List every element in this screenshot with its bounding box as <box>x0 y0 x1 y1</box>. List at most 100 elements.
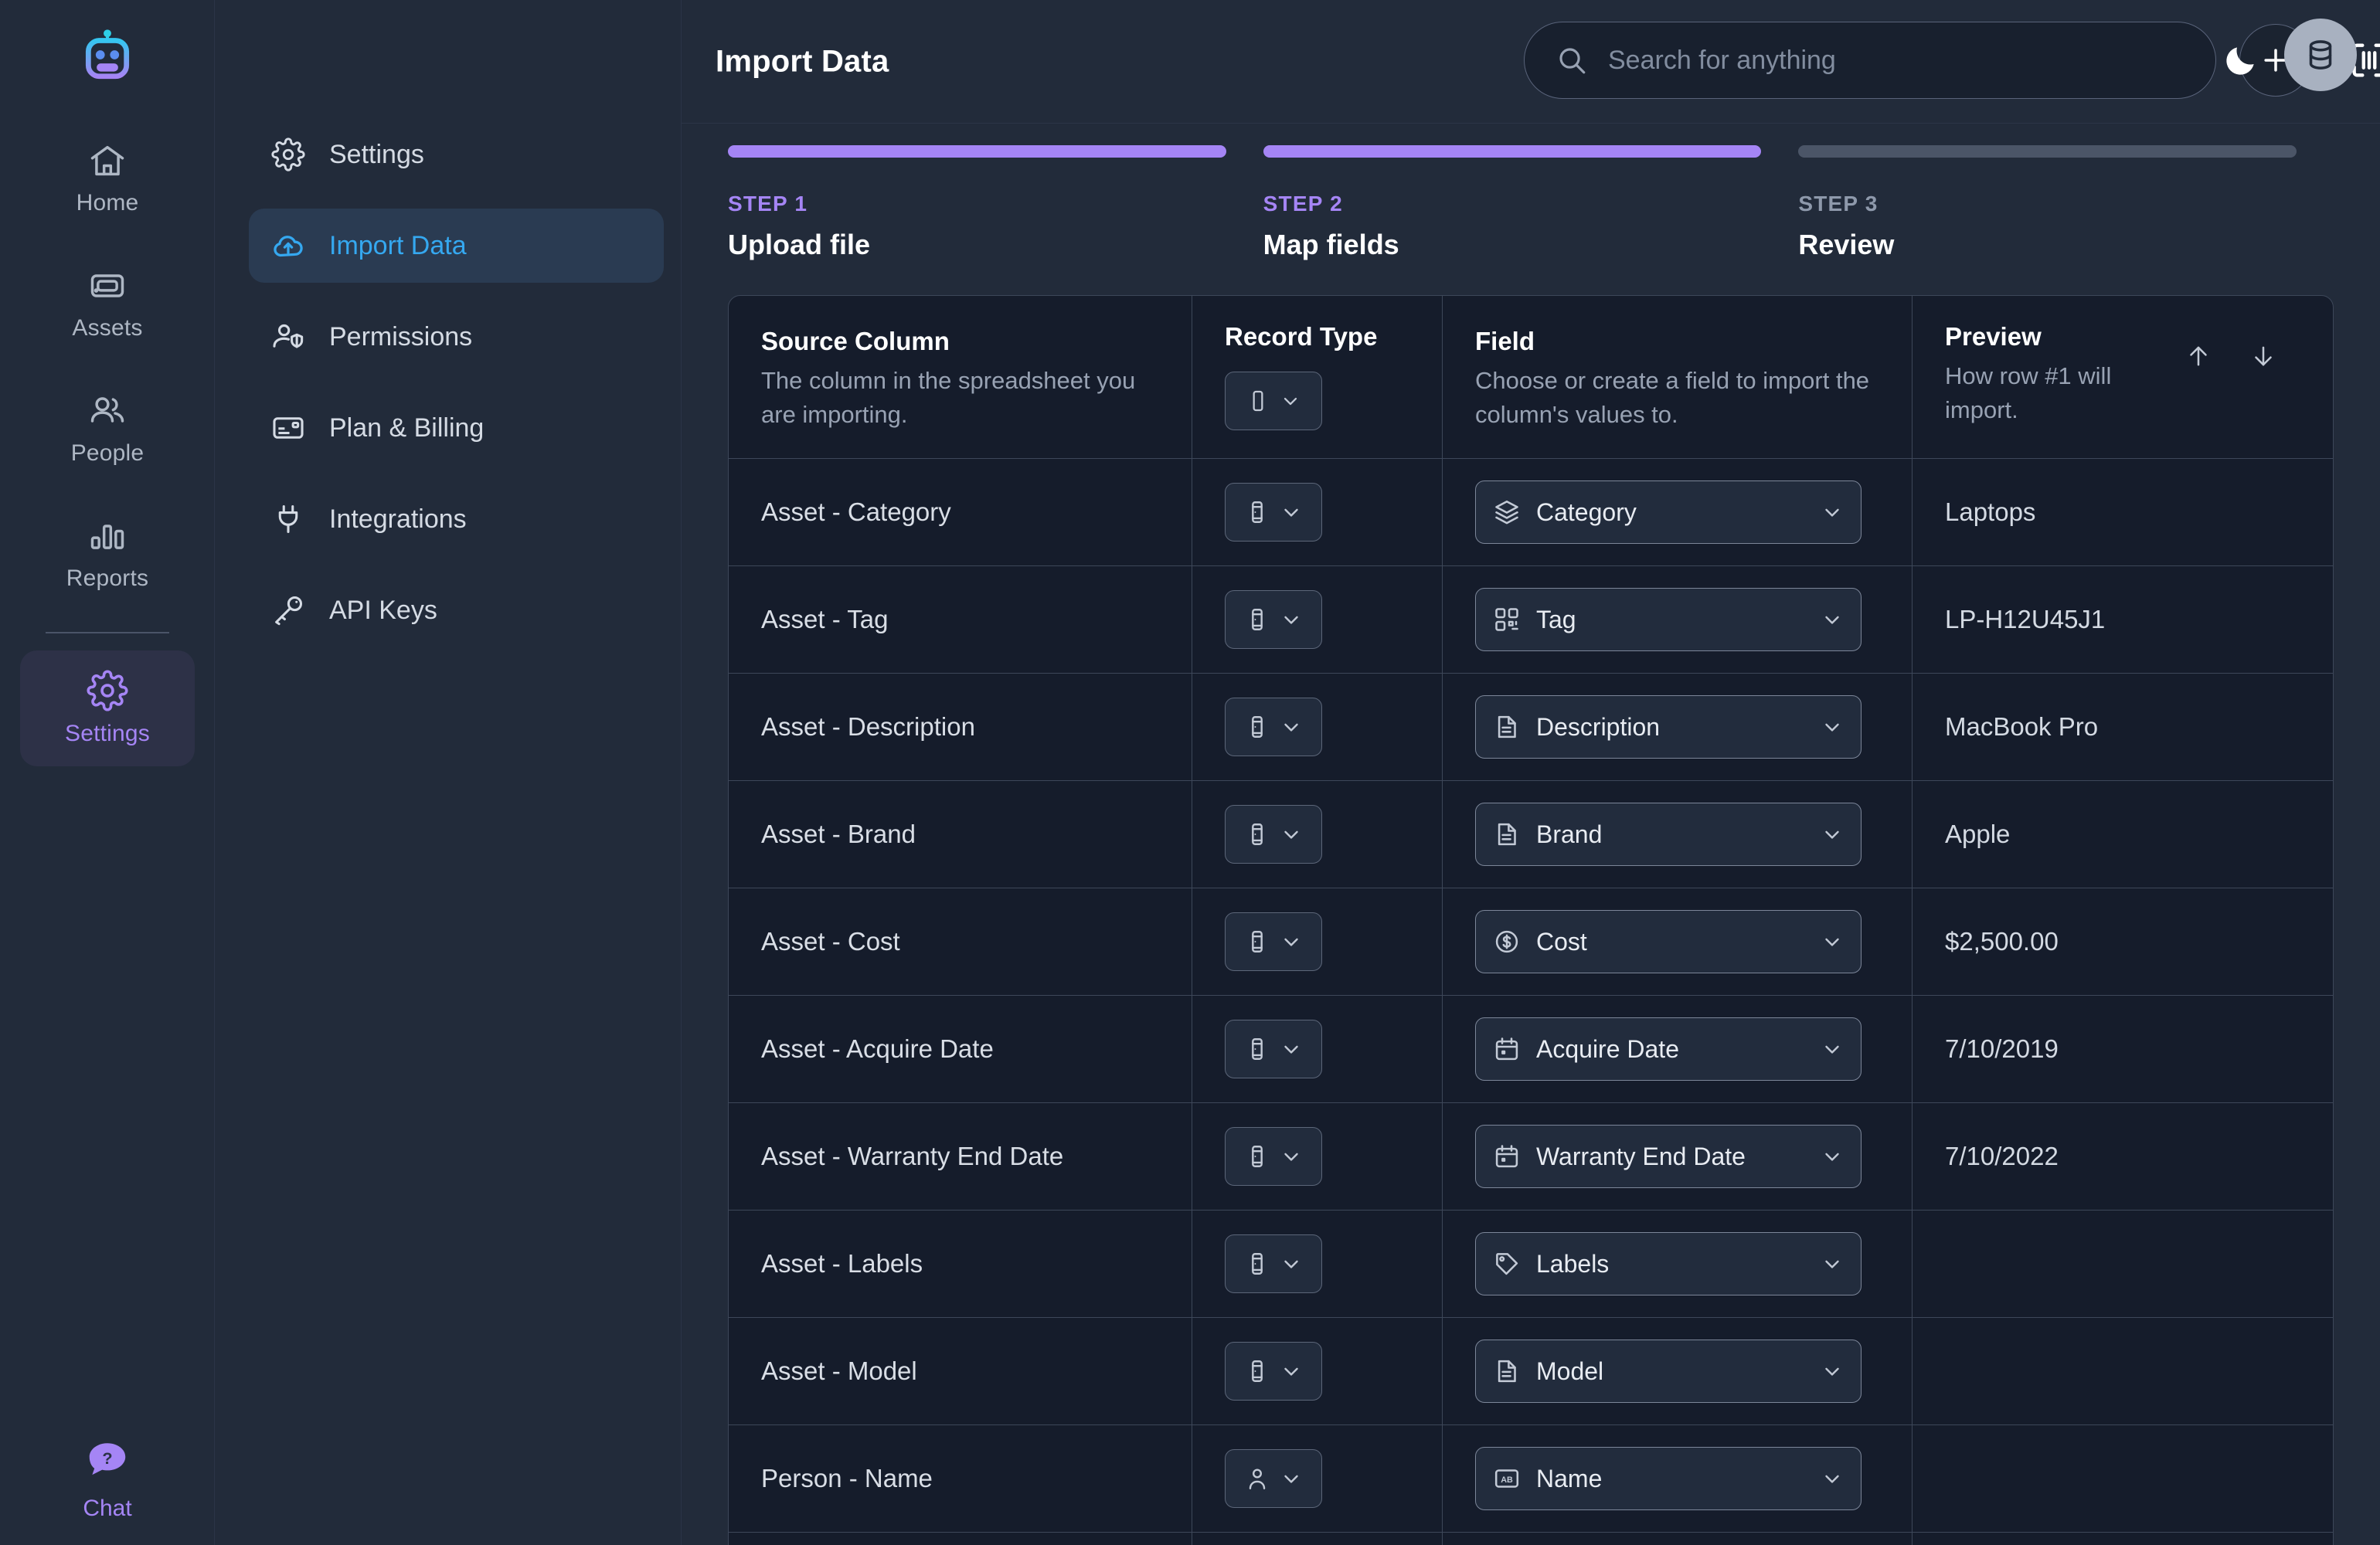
source-column-cell: Asset - Cost <box>729 888 1192 996</box>
chevron-down-icon <box>1821 1252 1844 1275</box>
record-type-cell <box>1192 1533 1443 1545</box>
sidebar-item-settings[interactable]: Settings <box>249 117 664 192</box>
field-select[interactable]: Brand <box>1475 803 1862 867</box>
svg-text:AB: AB <box>1501 1475 1513 1485</box>
header-field-column: Field Choose or create a field to import… <box>1443 296 1912 459</box>
preview-cell: Apple <box>1912 781 2333 888</box>
source-column-cell: Asset - Model <box>729 1318 1192 1425</box>
top-header: Import Data <box>682 0 2380 124</box>
record-type-select[interactable] <box>1225 1342 1322 1401</box>
record-type-select[interactable] <box>1225 1449 1322 1509</box>
rail-item-assets[interactable]: Assets <box>20 246 195 362</box>
text-doc-icon <box>1493 1357 1521 1385</box>
moon-icon <box>2222 41 2260 80</box>
header-record-type: Record Type <box>1192 296 1443 459</box>
rail-item-settings[interactable]: Settings <box>20 650 195 766</box>
page-title: Import Data <box>716 44 889 78</box>
calendar-icon <box>1493 1143 1521 1170</box>
step-3[interactable]: STEP 3 Review <box>1798 145 2334 261</box>
record-type-select[interactable] <box>1225 805 1322 864</box>
record-type-cell <box>1192 566 1443 674</box>
record-type-bulk-select[interactable] <box>1225 372 1322 430</box>
source-column-name: Asset - Labels <box>761 1249 923 1278</box>
table-row: Asset - Warranty End Date Warranty End D… <box>729 1103 2333 1211</box>
preview-value: MacBook Pro <box>1945 712 2099 742</box>
field-cell: Cost <box>1443 888 1912 996</box>
sidebar-item-import-data[interactable]: Import Data <box>249 209 664 283</box>
field-select[interactable]: Description <box>1475 695 1862 759</box>
avatar[interactable] <box>2284 19 2357 91</box>
field-select[interactable]: Tag <box>1475 588 1862 652</box>
record-type-select[interactable] <box>1225 483 1322 542</box>
device-icon <box>1244 1358 1270 1384</box>
sidebar-item-permissions[interactable]: Permissions <box>249 300 664 374</box>
people-icon <box>87 391 128 431</box>
person-icon <box>1244 1465 1270 1492</box>
preview-cell <box>1912 1425 2333 1532</box>
table-row <box>729 1533 2333 1545</box>
search-input[interactable] <box>1608 45 2184 76</box>
table-row: Asset - Cost Cost $2,500.00 <box>729 888 2333 997</box>
rail-item-reports[interactable]: Reports <box>20 496 195 612</box>
preview-value: Laptops <box>1945 497 2036 527</box>
global-search[interactable] <box>1524 22 2216 99</box>
field-select-label: Model <box>1536 1357 1604 1385</box>
record-type-cell <box>1192 674 1443 781</box>
table-row: Asset - Description Description MacBook … <box>729 674 2333 782</box>
record-type-select[interactable] <box>1225 698 1322 757</box>
sidebar-item-integrations[interactable]: Integrations <box>249 482 664 556</box>
source-column-name: Asset - Category <box>761 497 951 527</box>
step-kicker: STEP 3 <box>1798 192 1878 216</box>
rail-item-people[interactable]: People <box>20 371 195 487</box>
sidebar-item-api-keys[interactable]: API Keys <box>249 573 664 647</box>
record-type-select[interactable] <box>1225 1020 1322 1079</box>
field-cell: Brand <box>1443 781 1912 888</box>
field-mapping-table: Source Column The column in the spreadsh… <box>728 295 2334 1545</box>
field-select[interactable]: AB Name <box>1475 1447 1862 1511</box>
robot-logo-icon[interactable] <box>74 22 141 88</box>
rail-item-label: Assets <box>72 315 143 341</box>
chevron-down-icon <box>1821 715 1844 739</box>
field-select[interactable]: Category <box>1475 480 1862 545</box>
field-select-label: Warranty End Date <box>1536 1142 1746 1170</box>
source-column-cell: Asset - Brand <box>729 781 1192 888</box>
source-column-name: Person - Name <box>761 1464 933 1493</box>
field-select[interactable]: Warranty End Date <box>1475 1125 1862 1189</box>
step-1[interactable]: STEP 1 Upload file <box>728 145 1263 261</box>
theme-toggle-button[interactable] <box>2216 36 2266 85</box>
record-type-select[interactable] <box>1225 1127 1322 1187</box>
qr-code-icon <box>1493 606 1521 633</box>
record-type-select[interactable] <box>1225 912 1322 972</box>
field-select[interactable]: Acquire Date <box>1475 1017 1862 1082</box>
primary-rail: Home Assets People Reports Settings ? Ch… <box>0 0 215 1545</box>
field-select[interactable]: Model <box>1475 1340 1862 1404</box>
chat-label: Chat <box>83 1496 132 1521</box>
sidebar-item-label: Settings <box>329 139 424 169</box>
sidebar-item-label: Plan & Billing <box>329 413 484 443</box>
preview-cell: MacBook Pro <box>1912 674 2333 780</box>
record-type-select[interactable] <box>1225 1234 1322 1294</box>
device-icon <box>1244 499 1270 525</box>
table-row: Asset - Category Category Laptops <box>729 459 2333 567</box>
preview-value: 7/10/2022 <box>1945 1142 2059 1171</box>
device-icon <box>1244 821 1270 847</box>
rail-item-home[interactable]: Home <box>20 121 195 236</box>
chevron-down-icon <box>1280 715 1303 739</box>
text-doc-icon <box>1493 713 1521 741</box>
chat-button[interactable]: ? Chat <box>0 1437 215 1522</box>
gear-icon <box>270 137 306 172</box>
step-2[interactable]: STEP 2 Map fields <box>1263 145 1799 261</box>
column-title: Preview <box>1945 322 2042 351</box>
record-type-select[interactable] <box>1225 590 1322 650</box>
source-column-cell: Asset - Description <box>729 674 1192 781</box>
assets-icon <box>87 266 128 306</box>
arrow-up-icon[interactable] <box>2183 341 2214 372</box>
field-select[interactable]: Cost <box>1475 910 1862 974</box>
app-root: Home Assets People Reports Settings ? Ch… <box>0 0 2380 1545</box>
arrow-down-icon[interactable] <box>2248 341 2279 372</box>
field-select[interactable]: Labels <box>1475 1232 1862 1296</box>
database-avatar-icon <box>2301 36 2340 74</box>
step-kicker: STEP 1 <box>728 192 808 216</box>
chevron-down-icon <box>1280 1360 1303 1383</box>
sidebar-item-plan-billing[interactable]: Plan & Billing <box>249 391 664 465</box>
